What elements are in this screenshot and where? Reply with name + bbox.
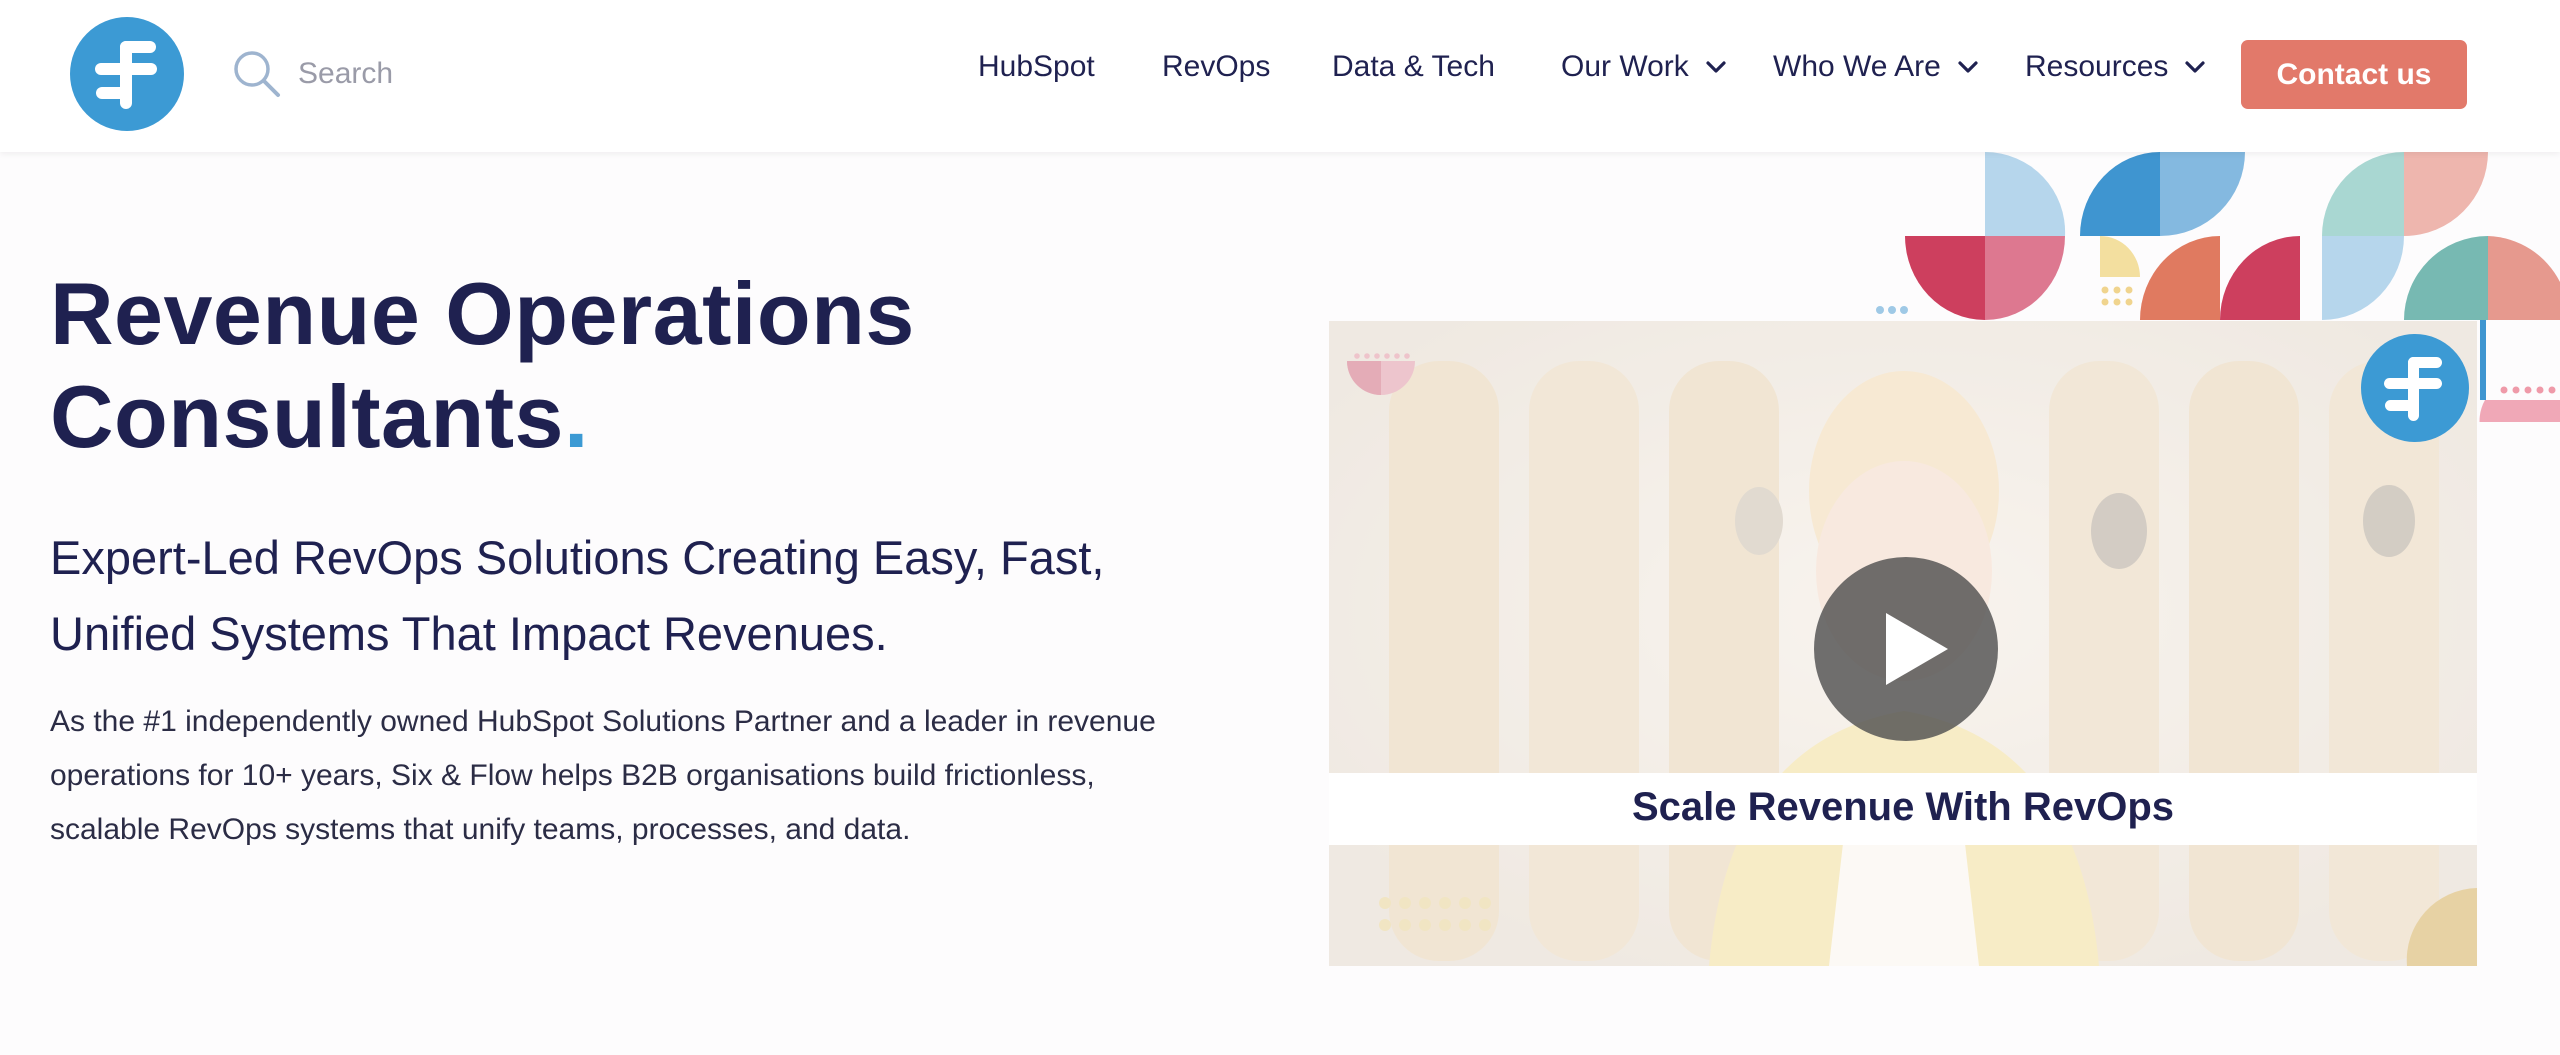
chevron-down-icon [2185,61,2206,73]
site-header: HubSpot RevOps Data & Tech Our Work Who … [0,0,2560,152]
main-nav: HubSpot RevOps Data & Tech Our Work Who … [0,0,2560,148]
title-dot: . [563,367,589,466]
play-button[interactable] [1814,557,1998,741]
nav-item-who-we-are[interactable]: Who We Are [1773,50,1979,84]
nav-label: Our Work [1561,50,1689,83]
contact-us-label: Contact us [2276,57,2432,91]
nav-label: Resources [2025,50,2169,83]
hero-description: As the #1 independently owned HubSpot So… [50,705,1156,846]
nav-item-resources[interactable]: Resources [2025,50,2206,84]
page-title: Revenue Operations Consultants. [50,262,915,468]
play-icon [1886,613,1948,685]
title-line-1: Revenue Operations [50,264,915,363]
nav-label: Who We Are [1773,50,1941,83]
title-line-2: Consultants [50,367,564,466]
chevron-down-icon [1958,61,1978,73]
nav-item-hubspot[interactable]: HubSpot [978,50,1095,84]
nav-item-data-tech[interactable]: Data & Tech [1332,50,1495,84]
contact-us-button[interactable]: Contact us [2241,40,2467,109]
hero-subtitle: Expert-Led RevOps Solutions Creating Eas… [50,531,1105,660]
chevron-down-icon [1706,61,1726,73]
nav-item-our-work[interactable]: Our Work [1561,50,1727,84]
nav-label: Data & Tech [1332,50,1495,83]
video-player[interactable]: Scale Revenue With RevOps [1329,321,2477,966]
nav-label: RevOps [1162,50,1271,83]
nav-label: HubSpot [978,50,1095,83]
nav-item-revops[interactable]: RevOps [1162,50,1270,84]
video-logo-icon [2361,334,2469,442]
video-caption: Scale Revenue With RevOps [1631,785,2175,829]
